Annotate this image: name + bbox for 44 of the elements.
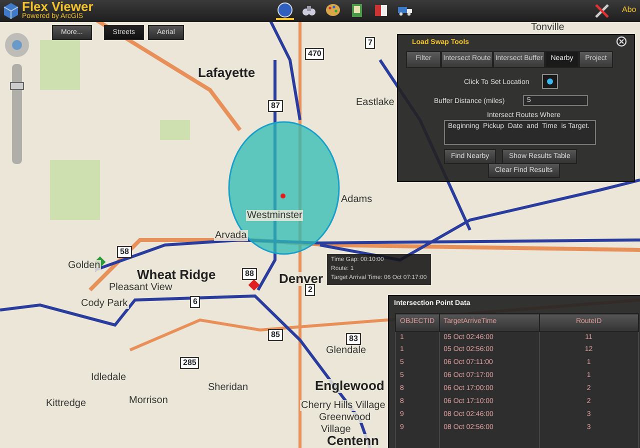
close-icon[interactable]: [616, 36, 627, 47]
zoom-slider-track[interactable]: [12, 64, 22, 164]
park-area: [160, 120, 190, 140]
place-label: Eastlake: [355, 97, 396, 108]
route-shield: 285: [180, 357, 200, 369]
globe-cube-icon: [2, 2, 20, 20]
location-button[interactable]: [542, 74, 558, 89]
route-shield: 7: [365, 37, 376, 49]
place-label: Glendale: [325, 345, 368, 356]
place-label: Morrison: [128, 395, 169, 406]
place-label: Kittredge: [45, 398, 88, 409]
route-shield: 2: [305, 284, 316, 296]
place-label: Westminster: [246, 210, 304, 221]
place-label: Denver: [278, 272, 324, 286]
route-shield: 85: [268, 329, 283, 341]
route-shield: 6: [190, 296, 200, 308]
place-label: Englewood: [314, 379, 386, 394]
diamond-marker-icon: [248, 279, 260, 291]
place-label: Village: [320, 424, 352, 435]
route-shield: 88: [242, 268, 257, 280]
place-label: Golden: [67, 260, 102, 271]
route-shield: 83: [346, 333, 361, 345]
place-label: Sheridan: [207, 382, 250, 393]
location-point-icon: [280, 194, 286, 198]
place-label: Cherry Hills Village: [300, 400, 386, 411]
place-label: Lafayette: [197, 66, 256, 80]
place-label: Tonville: [530, 22, 566, 33]
route-shield: 470: [305, 48, 324, 60]
place-label: Greenwood: [318, 412, 372, 423]
park-area: [40, 40, 80, 90]
place-label: Adams: [340, 194, 374, 205]
place-label: Idledale: [90, 372, 128, 383]
place-label: Arvada: [214, 230, 248, 241]
route-shield: 58: [117, 246, 132, 258]
place-label: Cody Park: [80, 298, 129, 309]
app-title: Flex Viewer: [22, 1, 94, 13]
place-label: Centenn: [326, 434, 380, 448]
tools-icon[interactable]: [594, 3, 612, 19]
route-shield: 87: [268, 100, 283, 112]
place-label: Pleasant View: [108, 282, 174, 293]
zoom-slider-thumb[interactable]: [10, 82, 24, 90]
about-link[interactable]: Abo: [622, 6, 636, 14]
place-label: Wheat Ridge: [136, 268, 217, 282]
park-area: [50, 160, 100, 220]
